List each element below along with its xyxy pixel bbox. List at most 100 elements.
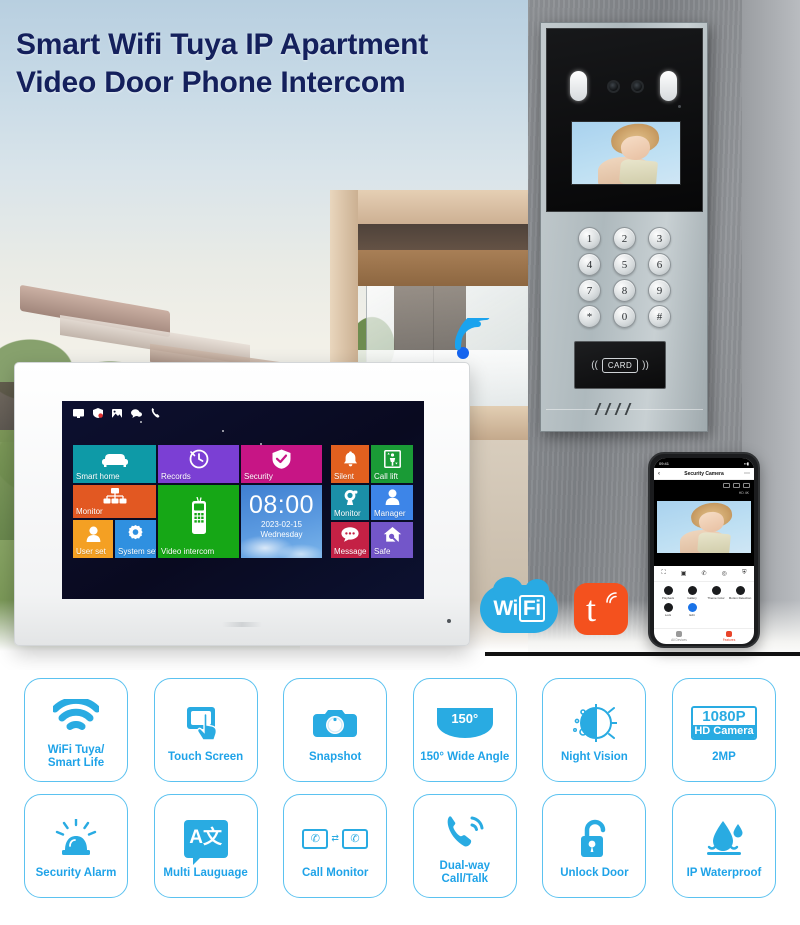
screenshot-icon[interactable]: ▣ xyxy=(681,570,687,577)
keypad-key-1[interactable]: 1 xyxy=(578,227,601,250)
clock-icon xyxy=(158,445,239,472)
video-quality-controls[interactable] xyxy=(723,483,750,488)
tile-records[interactable]: Records xyxy=(158,445,239,483)
tile-clock[interactable]: 08:00 2023-02-15 Wednesday xyxy=(241,485,322,558)
phone-toolbar[interactable]: ⛶ ▣ ✆ ◎ ⛨ xyxy=(654,566,754,582)
features-icon xyxy=(726,631,732,637)
phone-grid-playback[interactable]: Playback xyxy=(656,586,680,600)
phone-video-area[interactable]: HD 4K xyxy=(654,480,754,566)
tile-security[interactable]: Security xyxy=(241,445,322,483)
keypad-key-star[interactable]: * xyxy=(578,305,601,328)
resolution-badge: 1080P HD Camera xyxy=(690,705,757,740)
tile-safe[interactable]: Safe xyxy=(371,522,413,558)
tile-system-set[interactable]: System set xyxy=(115,520,156,558)
feature-ip-waterproof[interactable]: IP Waterproof xyxy=(671,794,776,898)
monitor-brand-strip xyxy=(222,622,262,627)
tile-monitor-network[interactable]: Monitor xyxy=(73,485,156,518)
video-chip-icon[interactable] xyxy=(733,483,740,488)
elevator-icon xyxy=(371,445,413,472)
feature-night-vision[interactable]: Night Vision xyxy=(542,678,647,782)
playback-icon xyxy=(663,586,673,595)
phone-tab-bar[interactable]: All Devices Features xyxy=(654,628,754,644)
feature-touch-screen[interactable]: Touch Screen xyxy=(153,678,258,782)
tile-silent[interactable]: Silent xyxy=(331,445,369,483)
tile-monitor-camera[interactable]: Monitor xyxy=(331,485,369,520)
phone-screen[interactable]: 09:41 ▪▪▮ ‹ Security Camera ⋯ HD 4K ⛶ ▣ … xyxy=(654,458,754,644)
handset-icon xyxy=(158,485,239,547)
smartphone-mockup: 09:41 ▪▪▮ ‹ Security Camera ⋯ HD 4K ⛶ ▣ … xyxy=(648,452,760,648)
tile-label: Monitor xyxy=(76,507,103,516)
keypad-key-5[interactable]: 5 xyxy=(613,253,636,276)
feature-label: Unlock Door xyxy=(560,866,629,879)
tile-smart-home[interactable]: Smart home xyxy=(73,445,156,483)
shield-icon[interactable]: ⛨ xyxy=(742,570,747,577)
keypad-key-6[interactable]: 6 xyxy=(648,253,671,276)
phone-grid-edit[interactable]: Edit xyxy=(680,603,704,617)
gear-icon xyxy=(115,520,156,547)
feature-wide-angle[interactable]: 150° 150° Wide Angle xyxy=(412,678,517,782)
door-station: 1 2 3 4 5 6 7 8 9 * 0 # (( CARD )) xyxy=(540,22,708,432)
feature-call-monitor[interactable]: ✆ ⇄ ✆ Call Monitor xyxy=(283,794,388,898)
feature-snapshot[interactable]: Snapshot xyxy=(283,678,388,782)
monitor-screen[interactable]: Smart home Records Security Monitor Vide… xyxy=(62,401,424,599)
door-station-camera-module xyxy=(546,28,703,212)
fullscreen-icon[interactable]: ⛶ xyxy=(662,570,666,577)
picture-icon xyxy=(112,408,122,418)
tile-call-lift[interactable]: Call lift xyxy=(371,445,413,483)
door-station-keypad[interactable]: 1 2 3 4 5 6 7 8 9 * 0 # xyxy=(546,215,703,333)
keypad-key-hash[interactable]: # xyxy=(648,305,671,328)
phone-tab-all-devices[interactable]: All Devices xyxy=(654,629,704,644)
keypad-key-7[interactable]: 7 xyxy=(578,279,601,302)
feature-hd-camera[interactable]: 1080P HD Camera 2MP xyxy=(671,678,776,782)
keypad-key-3[interactable]: 3 xyxy=(648,227,671,250)
phone-tab-features[interactable]: Features xyxy=(704,629,754,644)
phone-feature-grid[interactable]: Playback Gallery Theme Color Motion Dete… xyxy=(654,582,754,620)
tile-manager[interactable]: Manager xyxy=(371,485,413,520)
phone-grid-motion-detection[interactable]: Motion Detection xyxy=(728,586,752,600)
phone-grid-lock[interactable]: Lock xyxy=(656,603,680,617)
rfid-card-reader[interactable]: (( CARD )) xyxy=(574,341,666,389)
feature-dual-way-talk[interactable]: Dual-way Call/Talk xyxy=(412,794,517,898)
tile-label: Manager xyxy=(374,509,406,518)
video-chip-icon[interactable] xyxy=(723,483,730,488)
lock-icon xyxy=(663,603,673,612)
phone-grid-theme-color[interactable]: Theme Color xyxy=(704,586,728,600)
phone-status-icons: ▪▪▮ xyxy=(743,460,749,466)
keypad-key-2[interactable]: 2 xyxy=(613,227,636,250)
headline-line-1: Smart Wifi Tuya IP Apartment xyxy=(16,28,428,61)
feature-label: 2MP xyxy=(712,750,736,763)
keypad-key-4[interactable]: 4 xyxy=(578,253,601,276)
home-lock-icon xyxy=(371,522,413,547)
rfid-wave-left-icon: (( xyxy=(591,359,598,371)
shield-icon xyxy=(93,408,103,418)
person-icon xyxy=(371,485,413,509)
more-icon[interactable]: ⋯ xyxy=(744,470,750,477)
tile-video-intercom[interactable]: Video intercom xyxy=(158,485,239,558)
tile-label: Monitor xyxy=(334,509,361,518)
feature-security-alarm[interactable]: Security Alarm xyxy=(24,794,128,898)
wifi-logo-text: Wi Fi xyxy=(493,595,545,622)
feature-wifi-tuya[interactable]: WiFi Tuya/Smart Life xyxy=(24,678,128,782)
phone-app-header: ‹ Security Camera ⋯ xyxy=(654,468,754,480)
keypad-key-0[interactable]: 0 xyxy=(613,305,636,328)
phone-grid-gallery[interactable]: Gallery xyxy=(680,586,704,600)
back-icon[interactable]: ‹ xyxy=(658,471,660,477)
keypad-key-8[interactable]: 8 xyxy=(613,279,636,302)
sofa-icon xyxy=(73,445,156,472)
call-icon[interactable]: ✆ xyxy=(702,570,707,577)
feature-multi-language[interactable]: A文 Multi Lauguage xyxy=(153,794,258,898)
feature-unlock-door[interactable]: Unlock Door xyxy=(542,794,647,898)
tile-user-set[interactable]: User set xyxy=(73,520,113,558)
phone-status-bar: 09:41 ▪▪▮ xyxy=(654,458,754,468)
video-chip-icon[interactable] xyxy=(743,483,750,488)
ir-led-left xyxy=(570,71,587,101)
ir-led-right xyxy=(660,71,677,101)
call-monitor-icon: ✆ ⇄ ✆ xyxy=(302,813,368,865)
keypad-key-9[interactable]: 9 xyxy=(648,279,671,302)
badge-camera-text: HD Camera xyxy=(692,724,755,738)
feature-label: Security Alarm xyxy=(35,866,117,879)
camera-icon xyxy=(312,697,358,749)
record-icon[interactable]: ◎ xyxy=(722,570,727,577)
tile-label: Records xyxy=(161,472,191,481)
tile-message[interactable]: Message xyxy=(331,522,369,558)
